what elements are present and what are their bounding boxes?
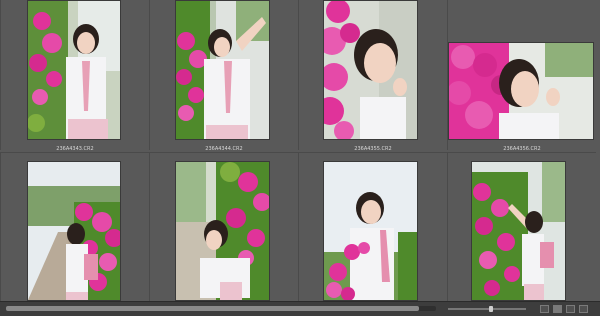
thumbnail-cell[interactable]: 236A4343.CR2: [0, 0, 149, 152]
thumbnail-size-slider[interactable]: [448, 306, 526, 312]
grid-view-button[interactable]: [540, 305, 549, 313]
photo-thumbnail[interactable]: [323, 0, 418, 140]
photo-image: [324, 1, 417, 139]
slider-knob[interactable]: [489, 306, 493, 312]
photo-thumbnail[interactable]: [27, 0, 121, 140]
thumbnail-cell[interactable]: 236A4356.CR2: [447, 0, 596, 152]
photo-thumbnail[interactable]: [471, 161, 566, 301]
photo-image: [176, 1, 269, 139]
photo-image: [28, 1, 120, 139]
thumbnail-view-button[interactable]: [553, 305, 562, 313]
photo-image: [472, 162, 565, 300]
thumbnail-cell[interactable]: [298, 152, 447, 303]
detail-view-button[interactable]: [566, 305, 575, 313]
horizontal-scrollbar[interactable]: [6, 306, 436, 311]
photo-thumbnail[interactable]: [27, 161, 121, 301]
photo-thumbnail[interactable]: [175, 0, 270, 140]
thumbnail-cell[interactable]: [149, 152, 298, 303]
thumbnail-cell[interactable]: [0, 152, 149, 303]
thumbnail-cell[interactable]: 236A4355.CR2: [298, 0, 447, 152]
photo-thumbnail[interactable]: [448, 42, 594, 140]
photo-image: [324, 162, 417, 300]
status-bar: [0, 301, 600, 316]
thumbnail-grid: 236A4343.CR2 236A4344.CR2 236A4355.CR2 2…: [0, 0, 600, 303]
photo-thumbnail[interactable]: [175, 161, 270, 301]
thumbnail-cell[interactable]: [447, 152, 596, 303]
photo-image: [176, 162, 269, 300]
photo-image: [449, 43, 593, 139]
thumbnail-cell[interactable]: 236A4344.CR2: [149, 0, 298, 152]
photo-thumbnail[interactable]: [323, 161, 418, 301]
photo-image: [28, 162, 120, 300]
scrollbar-thumb[interactable]: [6, 306, 419, 311]
list-view-button[interactable]: [579, 305, 588, 313]
